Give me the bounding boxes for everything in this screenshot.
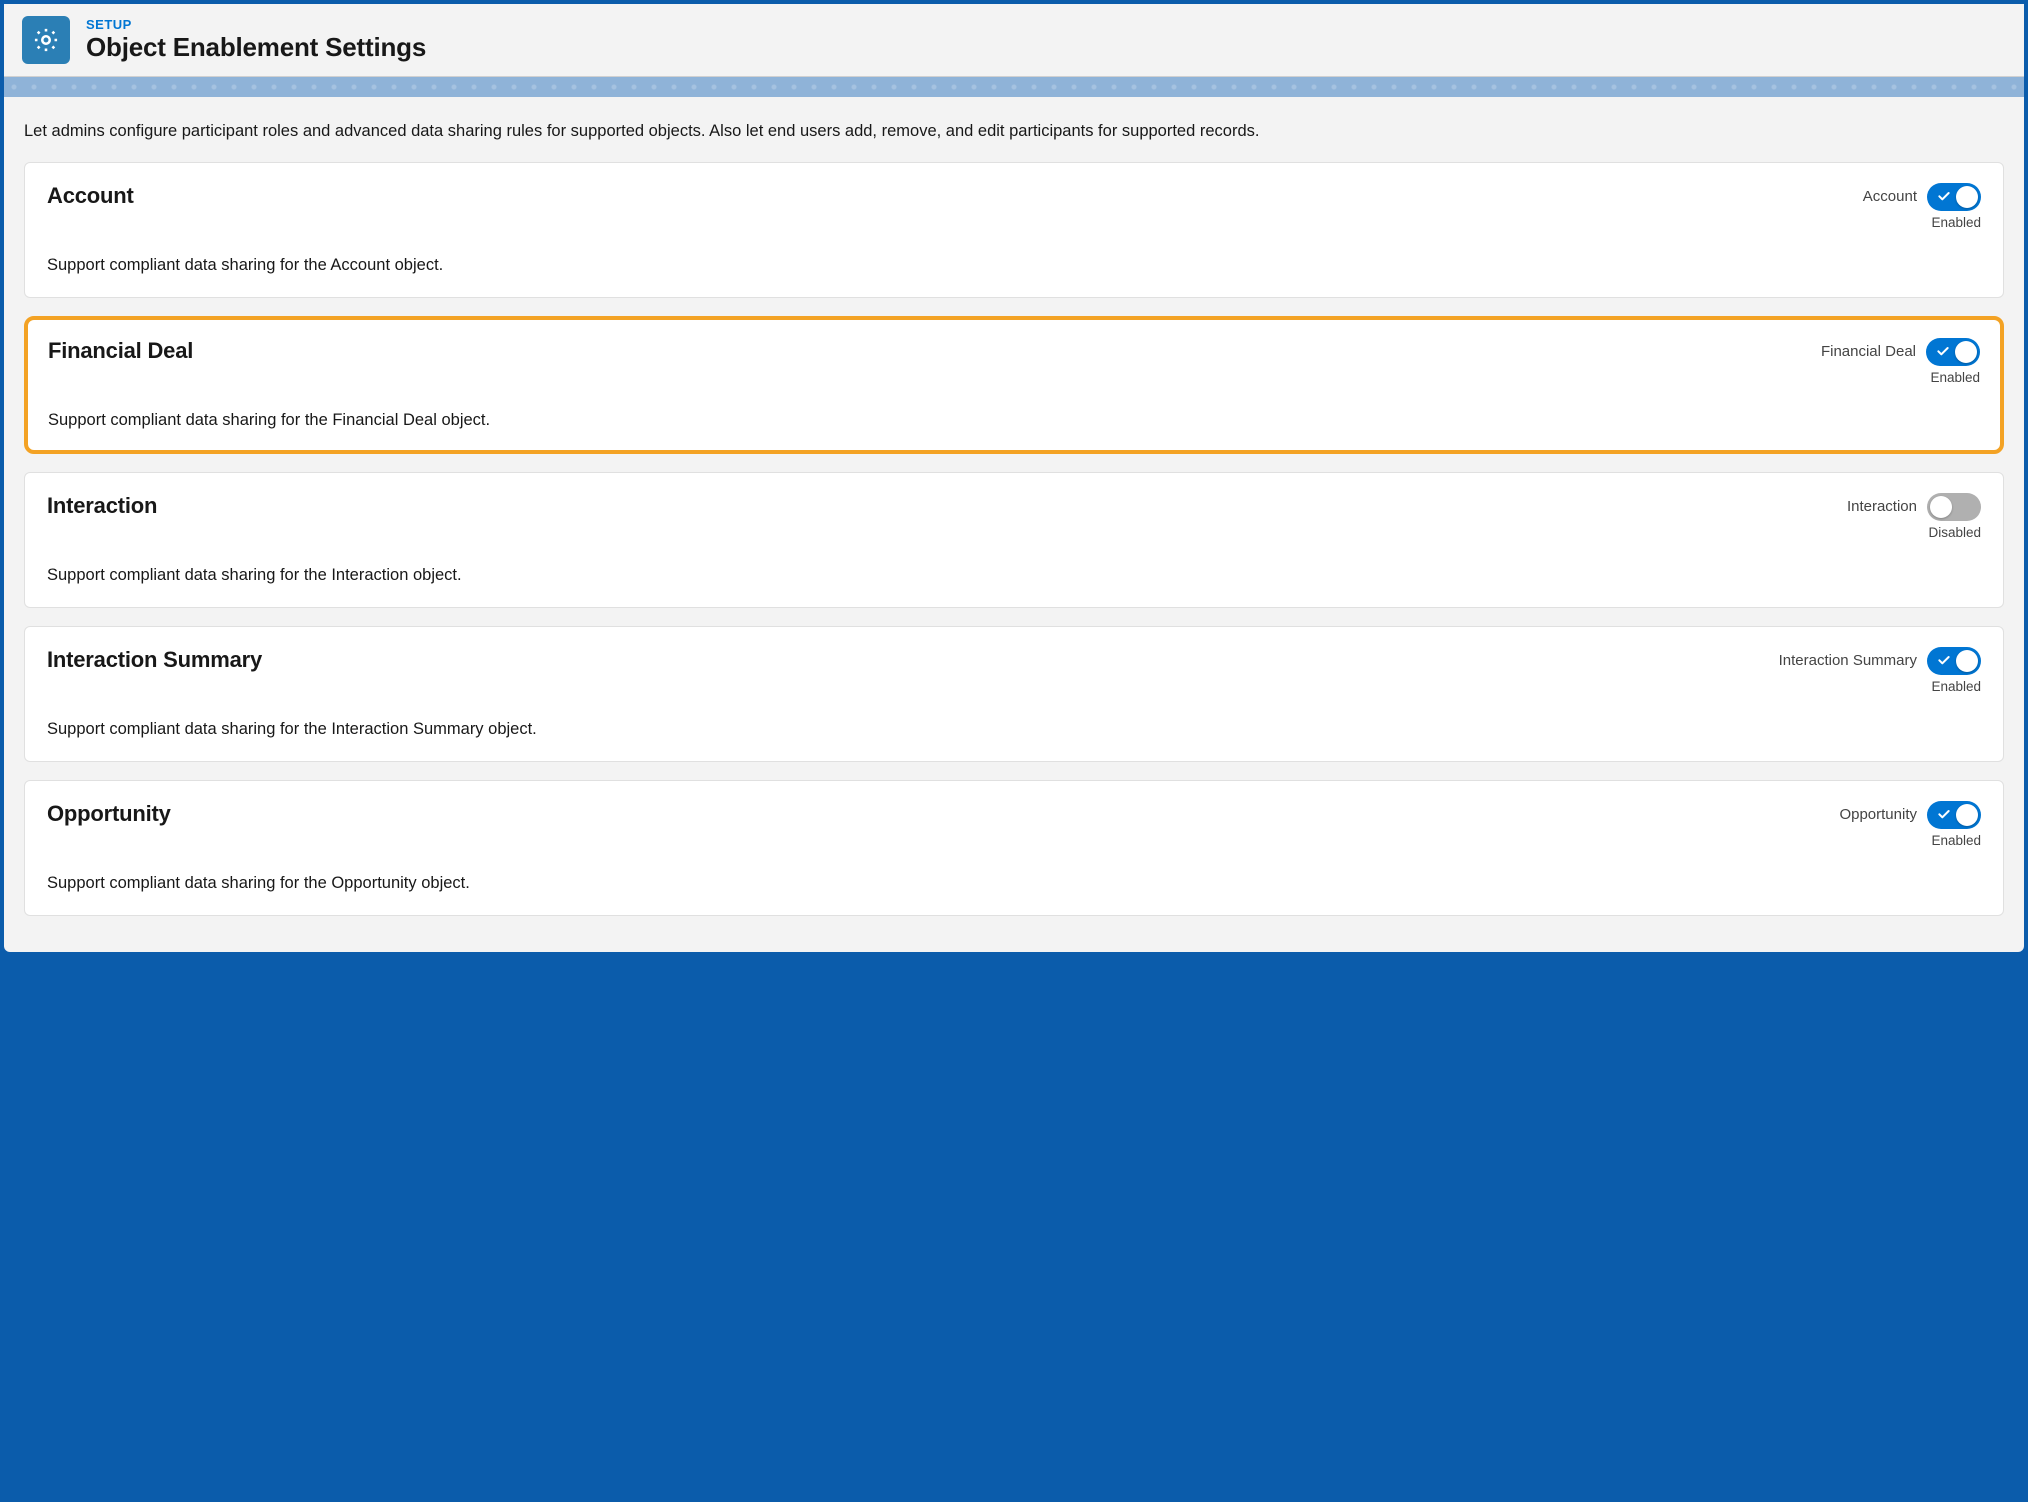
intro-text: Let admins configure participant roles a… xyxy=(24,119,2004,144)
enable-toggle[interactable] xyxy=(1927,183,1981,211)
card-header-row: Account Account Enabled xyxy=(47,183,1981,230)
card-description: Support compliant data sharing for the I… xyxy=(47,566,1981,585)
card-description: Support compliant data sharing for the I… xyxy=(47,720,1981,739)
page-title: Object Enablement Settings xyxy=(86,32,426,63)
toggle-knob xyxy=(1956,650,1978,672)
card-description: Support compliant data sharing for the A… xyxy=(47,256,1981,275)
toggle-row: Interaction Summary xyxy=(1779,647,1981,675)
toggle-row: Account xyxy=(1863,183,1981,211)
decorative-strip xyxy=(4,77,2024,97)
toggle-group: Interaction Summary Enabled xyxy=(1779,647,1981,694)
card-title: Financial Deal xyxy=(48,338,193,364)
card-header-row: Interaction Summary Interaction Summary En… xyxy=(47,647,1981,694)
toggle-status: Disabled xyxy=(1928,525,1981,540)
enable-toggle[interactable] xyxy=(1927,493,1981,521)
enable-toggle[interactable] xyxy=(1927,647,1981,675)
toggle-status: Enabled xyxy=(1930,370,1980,385)
settings-cards-list: Account Account Enabled Support compliant d… xyxy=(24,162,2004,916)
toggle-knob xyxy=(1955,341,1977,363)
gear-icon xyxy=(22,16,70,64)
check-icon xyxy=(1935,343,1951,359)
check-icon xyxy=(1936,188,1952,204)
toggle-status: Enabled xyxy=(1931,679,1981,694)
card-header-row: Opportunity Opportunity Enabled xyxy=(47,801,1981,848)
toggle-row: Interaction xyxy=(1847,493,1981,521)
toggle-knob xyxy=(1956,804,1978,826)
card-header-row: Financial Deal Financial Deal Enabled xyxy=(48,338,1980,385)
settings-card: Opportunity Opportunity Enabled Support com… xyxy=(24,780,2004,916)
settings-card: Account Account Enabled Support compliant d… xyxy=(24,162,2004,298)
check-icon xyxy=(1936,806,1952,822)
toggle-row: Financial Deal xyxy=(1821,338,1980,366)
page-container: SETUP Object Enablement Settings Let adm… xyxy=(4,4,2024,952)
toggle-status: Enabled xyxy=(1931,833,1981,848)
toggle-label: Account xyxy=(1863,188,1917,205)
card-title: Opportunity xyxy=(47,801,171,827)
toggle-group: Interaction Disabled xyxy=(1847,493,1981,540)
enable-toggle[interactable] xyxy=(1926,338,1980,366)
toggle-status: Enabled xyxy=(1931,215,1981,230)
toggle-label: Interaction Summary xyxy=(1779,652,1917,669)
toggle-group: Financial Deal Enabled xyxy=(1821,338,1980,385)
settings-card: Financial Deal Financial Deal Enabled Suppo… xyxy=(24,316,2004,454)
enable-toggle[interactable] xyxy=(1927,801,1981,829)
toggle-label: Interaction xyxy=(1847,498,1917,515)
card-title: Account xyxy=(47,183,134,209)
content-area: Let admins configure participant roles a… xyxy=(4,97,2024,940)
card-title: Interaction xyxy=(47,493,157,519)
header-text: SETUP Object Enablement Settings xyxy=(86,17,426,63)
page-header: SETUP Object Enablement Settings xyxy=(4,4,2024,77)
settings-card: Interaction Interaction Disabled Support co… xyxy=(24,472,2004,608)
setup-label: SETUP xyxy=(86,17,426,32)
toggle-group: Account Enabled xyxy=(1863,183,1981,230)
toggle-row: Opportunity xyxy=(1839,801,1981,829)
card-header-row: Interaction Interaction Disabled xyxy=(47,493,1981,540)
check-icon xyxy=(1936,652,1952,668)
settings-card: Interaction Summary Interaction Summary En… xyxy=(24,626,2004,762)
toggle-knob xyxy=(1956,186,1978,208)
toggle-group: Opportunity Enabled xyxy=(1839,801,1981,848)
toggle-knob xyxy=(1930,496,1952,518)
card-title: Interaction Summary xyxy=(47,647,262,673)
toggle-label: Opportunity xyxy=(1839,806,1917,823)
card-description: Support compliant data sharing for the F… xyxy=(48,411,1980,430)
card-description: Support compliant data sharing for the O… xyxy=(47,874,1981,893)
toggle-label: Financial Deal xyxy=(1821,343,1916,360)
